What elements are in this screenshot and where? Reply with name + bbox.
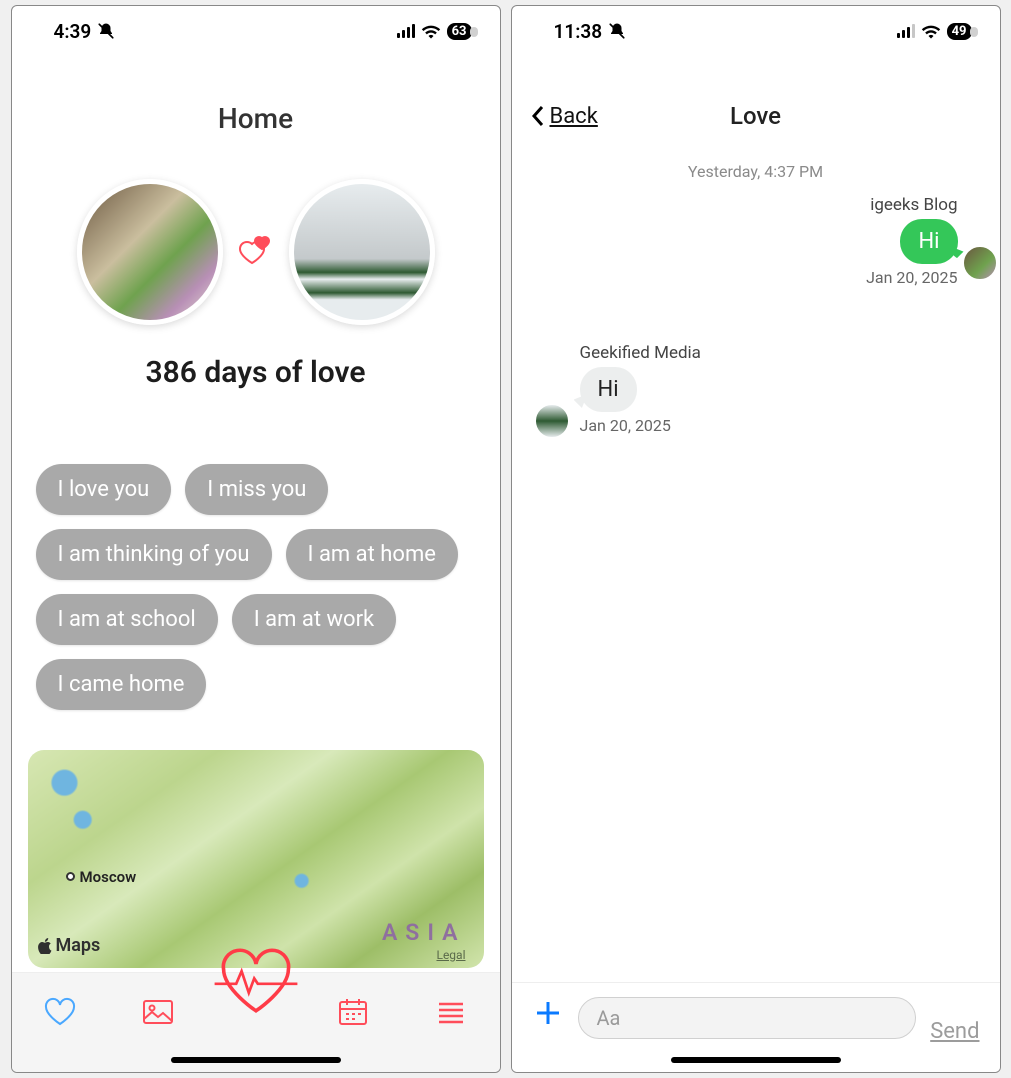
chat-title: Love (730, 102, 781, 130)
maps-provider-text: Maps (56, 935, 101, 956)
sender-name: Geekified Media (580, 343, 701, 363)
tab-menu-icon[interactable] (434, 997, 468, 1027)
double-heart-icon (233, 234, 279, 270)
sender-name: igeeks Blog (870, 195, 957, 215)
chip-came-home[interactable]: I came home (36, 659, 207, 710)
compose-bar: Aa Send (512, 982, 1000, 1072)
incoming-message: Geekified Media Hi Jan 20, 2025 (580, 343, 976, 435)
map-city-label: Moscow (80, 868, 137, 886)
avatar-mini-self[interactable] (962, 245, 998, 281)
chat-screen: 11:38 49 Back Love Yesterday, 4:37 PM ig… (511, 5, 1001, 1073)
silent-icon (97, 22, 115, 40)
battery-level: 63 (447, 23, 472, 40)
map-legal-link[interactable]: Legal (436, 948, 465, 962)
status-bar: 11:38 49 (512, 6, 1000, 56)
chip-i-love-you[interactable]: I love you (36, 464, 172, 515)
tab-bar (12, 972, 500, 1072)
message-date: Jan 20, 2025 (866, 268, 957, 287)
message-bubble[interactable]: Hi (900, 219, 957, 264)
message-bubble[interactable]: Hi (580, 367, 637, 412)
chat-timestamp: Yesterday, 4:37 PM (536, 162, 976, 181)
chip-at-work[interactable]: I am at work (232, 594, 396, 645)
days-of-love: 386 days of love (12, 355, 500, 390)
tab-gallery-icon[interactable] (141, 997, 175, 1027)
page-title: Home (12, 102, 500, 135)
heartbeat-icon (211, 947, 301, 1017)
chip-at-school[interactable]: I am at school (36, 594, 218, 645)
message-input[interactable]: Aa (578, 997, 917, 1039)
silent-icon (608, 22, 626, 40)
message-date: Jan 20, 2025 (580, 416, 671, 435)
tab-heartbeat[interactable] (211, 947, 301, 1021)
wifi-icon (921, 23, 941, 39)
home-indicator (171, 1057, 341, 1063)
outgoing-message: igeeks Blog Hi Jan 20, 2025 (536, 195, 976, 287)
apple-logo-icon (38, 938, 54, 954)
quick-message-chips: I love you I miss you I am thinking of y… (12, 464, 500, 710)
chip-i-miss-you[interactable]: I miss you (185, 464, 328, 515)
status-time: 11:38 (554, 20, 603, 43)
tab-heart-icon[interactable] (43, 997, 77, 1027)
back-button[interactable]: Back (530, 104, 598, 129)
input-placeholder: Aa (597, 1006, 621, 1030)
status-bar: 4:39 63 (12, 6, 500, 56)
add-button[interactable] (532, 997, 564, 1029)
battery-level: 49 (947, 23, 972, 40)
chip-thinking-of-you[interactable]: I am thinking of you (36, 529, 272, 580)
home-screen: 4:39 63 Home 386 days of love I love you… (11, 5, 501, 1073)
nav-bar: Back Love (512, 96, 1000, 136)
status-time: 4:39 (54, 20, 92, 43)
cellular-icon (397, 24, 415, 38)
couple-avatars (12, 179, 500, 325)
cellular-icon (897, 24, 915, 38)
maps-provider: Maps (38, 935, 101, 956)
wifi-icon (421, 23, 441, 39)
home-indicator (671, 1057, 841, 1063)
avatar-mini-partner[interactable] (534, 403, 570, 439)
chat-body[interactable]: Yesterday, 4:37 PM igeeks Blog Hi Jan 20… (512, 136, 1000, 1072)
chip-at-home[interactable]: I am at home (286, 529, 458, 580)
tab-calendar-icon[interactable] (336, 997, 370, 1027)
avatar-partner[interactable] (289, 179, 435, 325)
send-button[interactable]: Send (930, 1019, 979, 1044)
avatar-self[interactable] (77, 179, 223, 325)
map-city-marker (66, 872, 75, 881)
location-map[interactable]: Moscow Maps ASIA Legal (28, 750, 484, 968)
chevron-left-icon (530, 104, 546, 128)
back-label: Back (550, 104, 598, 129)
map-continent-label: ASIA (382, 919, 466, 946)
